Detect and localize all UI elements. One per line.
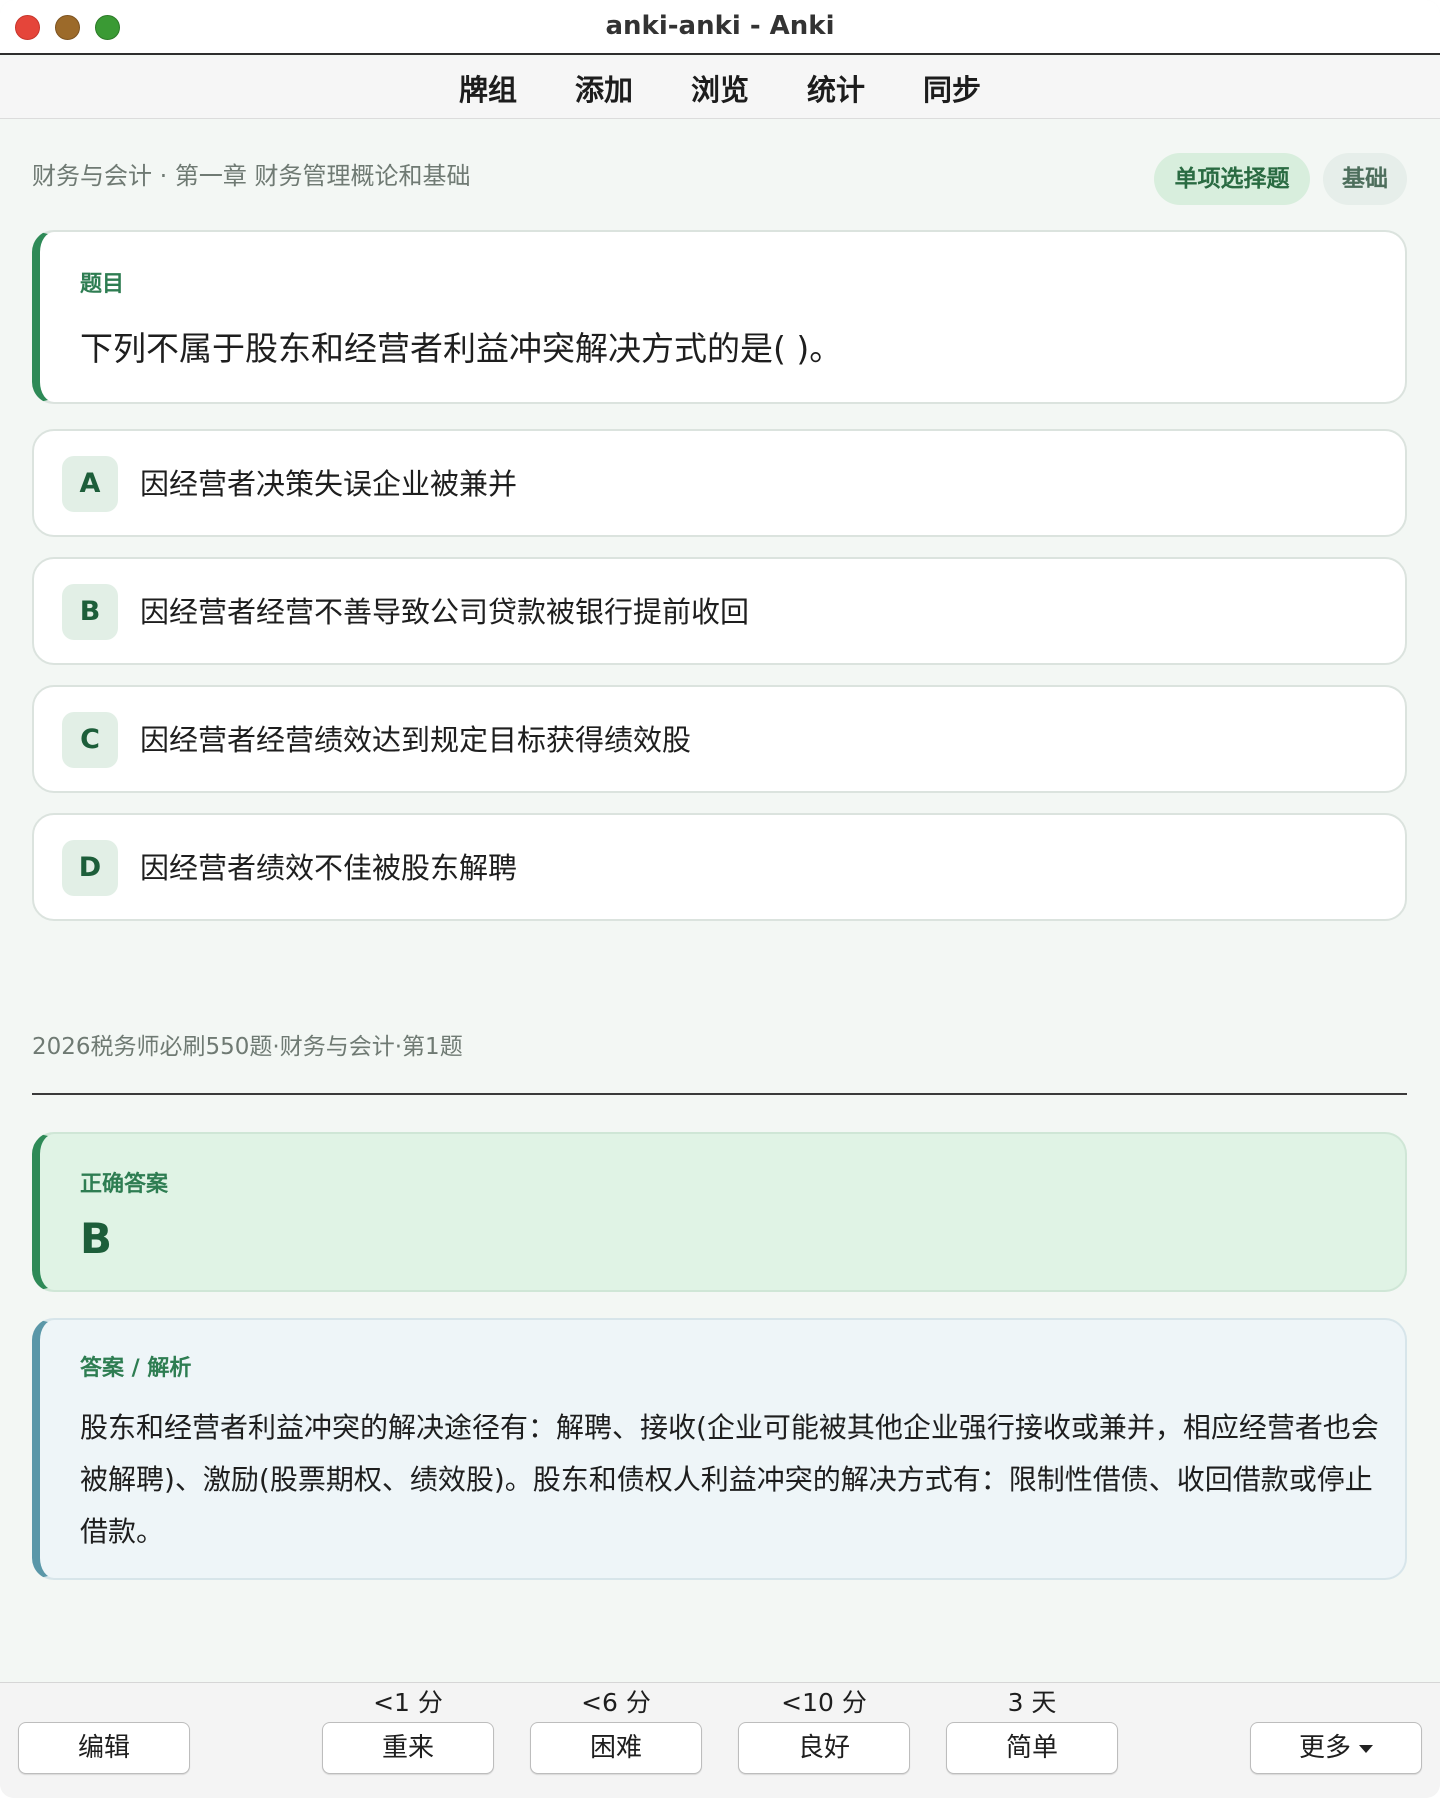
option-letter: D [62,840,118,896]
nav-decks[interactable]: 牌组 [430,67,546,109]
option-c[interactable]: C 因经营者经营绩效达到规定目标获得绩效股 [32,685,1407,793]
difficulty-badge: 基础 [1323,153,1407,205]
hard-interval: <6 分 [581,1688,651,1717]
nav-add[interactable]: 添加 [546,67,662,109]
option-text: 因经营者经营不善导致公司贷款被银行提前收回 [140,595,750,629]
breadcrumb: 财务与会计 · 第一章 财务管理概论和基础 [32,162,471,190]
nav-stats[interactable]: 统计 [778,67,894,109]
explanation-label: 答案 / 解析 [80,1356,192,1381]
answer-value: B [80,1214,113,1263]
option-text: 因经营者经营绩效达到规定目标获得绩效股 [140,723,692,757]
more-button[interactable]: 更多 [1250,1722,1422,1774]
option-a[interactable]: A 因经营者决策失误企业被兼并 [32,429,1407,537]
explanation-card: 答案 / 解析 股东和经营者利益冲突的解决途径有：解聘、接收(企业可能被其他企业… [32,1318,1407,1580]
review-bar: 编辑 <1 分 重来 <6 分 困难 <10 分 良好 3 天 简单 更多 [0,1682,1440,1798]
question-card: 题目 下列不属于股东和经营者利益冲突解决方式的是( )。 [32,230,1407,404]
question-source: 2026税务师必刷550题·财务与会计·第1题 [32,1034,463,1060]
option-text: 因经营者决策失误企业被兼并 [140,467,518,501]
option-letter: C [62,712,118,768]
explanation-text: 股东和经营者利益冲突的解决途径有：解聘、接收(企业可能被其他企业强行接收或兼并，… [80,1411,1379,1548]
nav-browse[interactable]: 浏览 [662,67,778,109]
top-nav: 牌组 添加 浏览 统计 同步 [0,57,1440,119]
option-letter: A [62,456,118,512]
question-label: 题目 [80,272,125,297]
answer-label: 正确答案 [80,1172,169,1197]
title-bar: anki-anki - Anki [0,0,1440,55]
good-button[interactable]: 良好 [738,1722,910,1774]
option-text: 因经营者绩效不佳被股东解聘 [140,851,518,885]
window-title: anki-anki - Anki [605,11,835,41]
again-button[interactable]: 重来 [322,1722,494,1774]
edit-button[interactable]: 编辑 [18,1722,190,1774]
chevron-down-icon [1359,1744,1373,1753]
option-b[interactable]: B 因经营者经营不善导致公司贷款被银行提前收回 [32,557,1407,665]
option-letter: B [62,584,118,640]
question-text: 下列不属于股东和经营者利益冲突解决方式的是( )。 [80,329,843,368]
hard-button[interactable]: 困难 [530,1722,702,1774]
easy-button[interactable]: 简单 [946,1722,1118,1774]
again-interval: <1 分 [373,1688,443,1717]
good-interval: <10 分 [781,1688,867,1717]
question-type-badge: 单项选择题 [1154,153,1310,205]
answer-divider [32,1093,1407,1095]
option-d[interactable]: D 因经营者绩效不佳被股东解聘 [32,813,1407,921]
anki-window: anki-anki - Anki 牌组 添加 浏览 统计 同步 财务与会计 · … [0,0,1440,1798]
nav-sync[interactable]: 同步 [894,67,1010,109]
more-label: 更多 [1298,1733,1351,1763]
answer-card: 正确答案 B [32,1132,1407,1292]
easy-interval: 3 天 [1007,1688,1057,1717]
